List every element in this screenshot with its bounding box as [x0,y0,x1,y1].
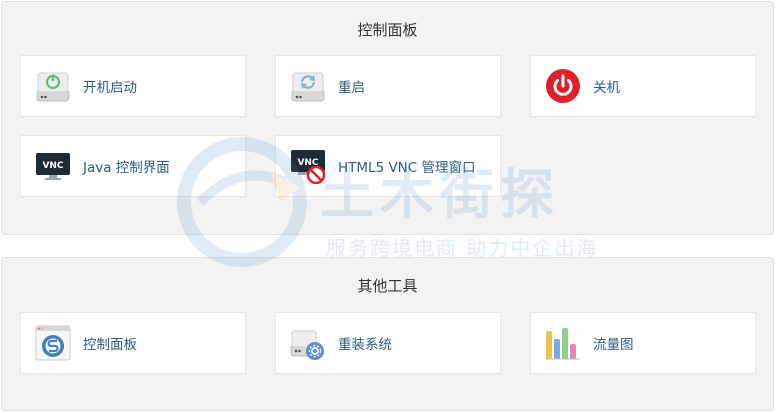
vnc-disabled-icon: VNC [290,148,326,184]
tile-label: 关机 [593,80,620,96]
reinstall-system-button[interactable]: 重装系统 [275,312,501,374]
control-panel-app-button[interactable]: 控制面板 [20,312,246,374]
control-panel-app-icon [35,325,71,361]
reinstall-system-icon [290,325,326,361]
tile-label: 流量图 [593,337,634,353]
tile-label: HTML5 VNC 管理窗口 [338,160,476,176]
control-panel-section: 控制面板 开机启动 重启 关机 VNC Java 控制界面 VNC HTML5 … [1,1,774,235]
vnc-monitor-icon: VNC [35,148,71,184]
power-on-icon [35,68,71,104]
tile-label: 控制面板 [83,337,137,353]
java-console-button[interactable]: VNC Java 控制界面 [20,135,246,197]
power-on-button[interactable]: 开机启动 [20,55,246,117]
restart-icon [290,68,326,104]
section-title: 控制面板 [357,21,418,39]
traffic-chart-button[interactable]: 流量图 [530,312,756,374]
shutdown-button[interactable]: 关机 [530,55,756,117]
tile-label: 重启 [338,80,365,96]
shutdown-icon [545,68,581,104]
tile-label: 重装系统 [338,337,392,353]
restart-button[interactable]: 重启 [275,55,501,117]
svg-text:VNC: VNC [42,161,63,171]
section-title: 其他工具 [357,277,418,295]
tile-label: Java 控制界面 [83,160,170,176]
other-tools-section: 其他工具 控制面板 重装系统 流量图 [1,257,774,411]
html5-vnc-button[interactable]: VNC HTML5 VNC 管理窗口 [275,135,501,197]
tile-label: 开机启动 [83,80,137,96]
traffic-chart-icon [545,325,581,361]
